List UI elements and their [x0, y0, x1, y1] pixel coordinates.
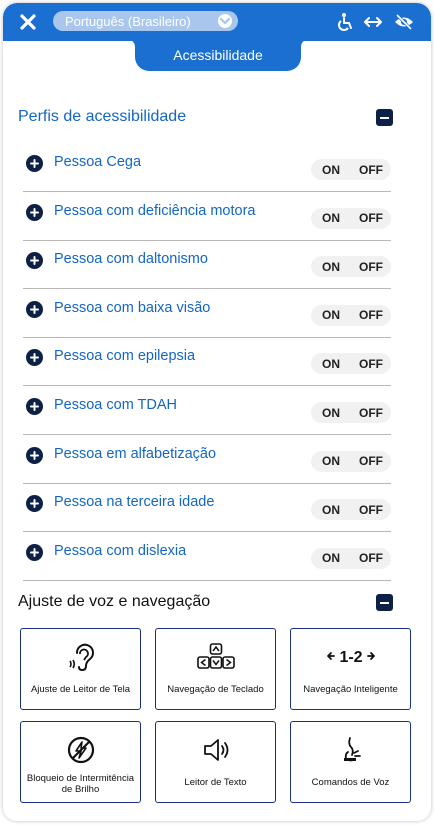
tile-label: Bloqueio de Intermitência de Brilho — [26, 773, 135, 795]
smart-nav-icon: 1-2 — [291, 641, 410, 673]
keyboard-icon — [156, 641, 275, 673]
profile-row: Pessoa com daltonismo ON OFF — [23, 240, 391, 290]
toggle-on-button[interactable]: ON — [311, 163, 351, 177]
toggle-off-button[interactable]: OFF — [351, 454, 391, 468]
toggle-off-button[interactable]: OFF — [351, 308, 391, 322]
profile-toggle: ON OFF — [311, 402, 391, 423]
svg-text:1-2: 1-2 — [339, 649, 362, 666]
tile-label: Comandos de Voz — [311, 777, 390, 788]
toggle-on-button[interactable]: ON — [311, 211, 351, 225]
tab-label: Acessibilidade — [173, 47, 263, 63]
plus-icon[interactable] — [26, 349, 43, 367]
toggle-off-button[interactable]: OFF — [351, 503, 391, 517]
speaker-icon — [156, 734, 275, 766]
profile-row: Pessoa com epilepsia ON OFF — [23, 337, 391, 387]
toggle-off-button[interactable]: OFF — [351, 163, 391, 177]
profile-label: Pessoa com dislexia — [54, 542, 187, 559]
toggle-on-button[interactable]: ON — [311, 357, 351, 371]
plus-icon[interactable] — [26, 300, 43, 318]
toggle-on-button[interactable]: ON — [311, 551, 351, 565]
profile-row: Pessoa com baixa visão ON OFF — [23, 289, 391, 338]
flash-off-icon — [21, 734, 140, 766]
profile-toggle: ON OFF — [311, 304, 391, 326]
tile-voice-commands[interactable]: Comandos de Voz — [290, 721, 411, 803]
accessibility-person-icon[interactable] — [335, 12, 355, 32]
tile-label: Ajuste de Leitor de Tela — [30, 684, 131, 695]
toggle-off-button[interactable]: OFF — [351, 211, 391, 225]
profile-row: Pessoa Cega ON OFF — [23, 143, 391, 192]
voice-command-icon — [291, 734, 410, 766]
profile-label: Pessoa com epilepsia — [54, 348, 196, 365]
profile-row: Pessoa com deficiência motora ON OFF — [23, 192, 391, 241]
profile-label: Pessoa com TDAH — [54, 397, 178, 413]
profile-row: Pessoa com TDAH ON OFF — [23, 386, 391, 435]
tile-label: Navegação Inteligente — [303, 684, 398, 695]
tab-corner-right — [301, 39, 309, 47]
toggle-on-button[interactable]: ON — [311, 503, 351, 517]
tab-corner-left — [127, 39, 135, 47]
plus-icon[interactable] — [26, 495, 43, 513]
ear-icon — [21, 641, 140, 673]
tile-smart-navigation[interactable]: 1-2 Navegação Inteligente — [290, 628, 411, 710]
toggle-off-button[interactable]: OFF — [351, 357, 391, 371]
toggle-on-button[interactable]: ON — [311, 406, 351, 420]
profile-toggle: ON OFF — [311, 159, 391, 180]
accessibility-panel: Português (Brasileiro) Acessibilidade Pe… — [3, 3, 431, 821]
eye-off-icon[interactable] — [394, 12, 414, 32]
profile-label: Pessoa com baixa visão — [54, 299, 211, 316]
profile-toggle: ON OFF — [311, 353, 391, 375]
tile-keyboard-navigation[interactable]: Navegação de Teclado — [155, 628, 276, 710]
profile-row: Pessoa em alfabetização ON OFF — [23, 435, 391, 484]
tile-label: Leitor de Texto — [184, 777, 247, 788]
profile-row: Pessoa com dislexia ON OFF — [23, 532, 391, 581]
close-icon[interactable] — [17, 11, 39, 33]
profile-label: Pessoa com deficiência motora — [54, 202, 256, 219]
profile-toggle: ON OFF — [311, 207, 391, 229]
profile-label: Pessoa Cega — [54, 154, 142, 170]
chevron-down-icon — [218, 14, 232, 28]
tab-accessibility[interactable]: Acessibilidade — [135, 39, 301, 71]
language-select[interactable]: Português (Brasileiro) — [53, 11, 238, 31]
language-value: Português (Brasileiro) — [65, 13, 191, 29]
profile-toggle: ON OFF — [311, 256, 391, 278]
toggle-on-button[interactable]: ON — [311, 308, 351, 322]
toggle-off-button[interactable]: OFF — [351, 406, 391, 420]
profile-label: Pessoa com daltonismo — [54, 251, 208, 268]
toggle-off-button[interactable]: OFF — [351, 551, 391, 565]
expand-horizontal-icon[interactable] — [363, 12, 383, 32]
plus-icon[interactable] — [26, 398, 43, 415]
tile-flash-block[interactable]: Bloqueio de Intermitência de Brilho — [20, 721, 141, 803]
tile-screen-reader[interactable]: Ajuste de Leitor de Tela — [20, 628, 141, 710]
profile-label: Pessoa na terceira idade — [54, 494, 215, 511]
plus-icon[interactable] — [26, 252, 43, 270]
profile-row: Pessoa na terceira idade ON OFF — [23, 483, 391, 533]
toggle-on-button[interactable]: ON — [311, 454, 351, 468]
voice-nav-collapse-button[interactable] — [376, 594, 393, 611]
profile-toggle: ON OFF — [311, 450, 391, 472]
toggle-off-button[interactable]: OFF — [351, 260, 391, 274]
profiles-section-title: Perfis de acessibilidade — [18, 108, 187, 125]
plus-icon[interactable] — [26, 543, 43, 561]
plus-icon[interactable] — [26, 203, 43, 221]
profile-toggle: ON OFF — [311, 499, 391, 521]
profile-label: Pessoa em alfabetização — [54, 445, 217, 462]
tile-text-reader[interactable]: Leitor de Texto — [155, 721, 276, 803]
voice-nav-section-title: Ajuste de voz e navegação — [18, 593, 211, 610]
plus-icon[interactable] — [26, 446, 43, 464]
tile-label: Navegação de Teclado — [167, 684, 264, 695]
profile-toggle: ON OFF — [311, 547, 391, 569]
plus-icon[interactable] — [26, 155, 43, 172]
profiles-collapse-button[interactable] — [376, 109, 393, 126]
toggle-on-button[interactable]: ON — [311, 260, 351, 274]
top-bar: Português (Brasileiro) — [3, 3, 431, 41]
